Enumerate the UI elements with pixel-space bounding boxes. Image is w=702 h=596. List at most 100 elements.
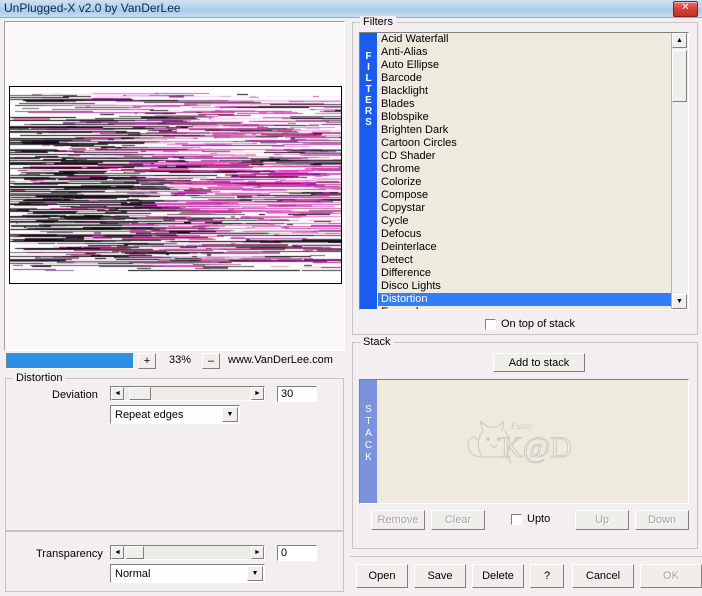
deviation-value-input[interactable]: 30 — [277, 386, 317, 402]
close-icon[interactable]: ✕ — [673, 1, 698, 17]
filter-list-item[interactable]: Cartoon Circles — [378, 137, 671, 150]
cancel-button[interactable]: Cancel — [572, 564, 634, 588]
filter-list-item[interactable]: Blobspike — [378, 111, 671, 124]
filter-list-item[interactable]: CD Shader — [378, 150, 671, 163]
add-to-stack-button[interactable]: Add to stack — [493, 353, 585, 372]
ok-button[interactable]: OK — [640, 564, 702, 588]
strip-letter: L — [365, 73, 372, 84]
strip-letter: A — [365, 428, 372, 439]
-button[interactable]: ? — [530, 564, 564, 588]
move-down-button[interactable]: Down — [635, 510, 689, 530]
progress-bar — [6, 353, 134, 369]
filters-scrollbar[interactable]: ▲ ▼ — [671, 33, 688, 309]
filter-list-item[interactable]: Distortion — [378, 293, 671, 306]
transparency-label: Transparency — [36, 548, 103, 560]
strip-letter: C — [364, 440, 373, 451]
filters-listbox[interactable]: FILTERS Acid Waterfall Anti-Alias Auto Ell… — [359, 32, 689, 310]
strip-letter: R — [364, 106, 373, 117]
delete-button[interactable]: Delete — [472, 564, 524, 588]
stack-group-label: Stack — [360, 336, 394, 348]
strip-letter: S — [365, 117, 372, 128]
preview-image-frame[interactable] — [9, 86, 342, 284]
website-link[interactable]: www.VanDerLee.com — [228, 354, 333, 366]
blend-mode-dropdown[interactable]: Normal ▼ — [110, 564, 265, 583]
clear-button[interactable]: Clear — [431, 510, 485, 530]
filter-list-item[interactable]: Chrome — [378, 163, 671, 176]
stack-action-row: Remove Clear Upto Up Down — [359, 510, 689, 530]
transparency-slider[interactable]: ◄ ► — [110, 545, 265, 560]
filter-list-item[interactable]: Auto Ellipse — [378, 59, 671, 72]
transparency-decrease-arrow-icon[interactable]: ◄ — [111, 546, 124, 559]
edge-mode-value: Repeat edges — [115, 408, 184, 421]
chevron-down-icon[interactable]: ▼ — [247, 566, 263, 581]
filters-side-strip: FILTERS — [360, 33, 377, 309]
scroll-up-icon[interactable]: ▲ — [672, 33, 687, 48]
filter-list-item[interactable]: Defocus — [378, 228, 671, 241]
filter-list-item[interactable]: Expand — [378, 306, 671, 309]
strip-letter: T — [365, 84, 372, 95]
on-top-of-stack-checkbox[interactable] — [485, 318, 496, 330]
strip-letter: T — [365, 416, 372, 427]
watermark-subtext: Fuzzy — [510, 421, 532, 431]
bottom-divider — [350, 556, 702, 557]
open-button[interactable]: Open — [356, 564, 408, 588]
scroll-down-icon[interactable]: ▼ — [672, 294, 687, 309]
filter-list-item[interactable]: Detect — [378, 254, 671, 267]
on-top-of-stack-row[interactable]: On top of stack — [485, 318, 575, 330]
filters-group: Filters FILTERS Acid Waterfall Anti-Alias… — [352, 16, 698, 335]
strip-letter: F — [365, 51, 372, 62]
window-titlebar: UnPlugged-X v2.0 by VanDerLee ✕ — [0, 0, 702, 18]
filter-list-item[interactable]: Disco Lights — [378, 280, 671, 293]
filter-list-item[interactable]: Blades — [378, 98, 671, 111]
watermark-text: K@D — [501, 431, 572, 464]
upto-row[interactable]: Upto — [511, 513, 550, 525]
filter-list-item[interactable]: Brighten Dark — [378, 124, 671, 137]
remove-button[interactable]: Remove — [371, 510, 425, 530]
filter-list-item[interactable]: Anti-Alias — [378, 46, 671, 59]
transparency-value-input[interactable]: 0 — [277, 545, 317, 561]
filters-list[interactable]: Acid Waterfall Anti-Alias Auto Ellipse Barc… — [378, 33, 671, 309]
filter-list-item[interactable]: Colorize — [378, 176, 671, 189]
stack-group: Stack Add to stack STACK Fuzzy K@D Remov… — [352, 336, 698, 549]
strip-letter: I — [367, 62, 370, 73]
kad-watermark-logo: Fuzzy K@D — [360, 380, 688, 503]
transparency-slider-thumb[interactable] — [126, 546, 144, 559]
blend-mode-value: Normal — [115, 567, 151, 580]
deviation-increase-arrow-icon[interactable]: ► — [251, 387, 264, 400]
strip-letter: S — [365, 404, 372, 415]
filter-list-item[interactable]: Copystar — [378, 202, 671, 215]
filter-list-item[interactable]: Compose — [378, 189, 671, 202]
progress-bar-fill — [7, 354, 133, 368]
on-top-of-stack-label: On top of stack — [501, 318, 575, 330]
filter-list-item[interactable]: Deinterlace — [378, 241, 671, 254]
filter-list-item[interactable]: Blacklight — [378, 85, 671, 98]
dialog-button-row: Open Save Delete? Cancel OK — [352, 564, 702, 588]
window-title: UnPlugged-X v2.0 by VanDerLee — [4, 1, 181, 15]
edge-mode-dropdown[interactable]: Repeat edges ▼ — [110, 405, 240, 424]
upto-checkbox[interactable] — [511, 513, 522, 525]
filters-group-label: Filters — [360, 16, 396, 28]
strip-letter: E — [365, 95, 372, 106]
upto-label: Upto — [527, 513, 551, 525]
deviation-decrease-arrow-icon[interactable]: ◄ — [111, 387, 124, 400]
save-button[interactable]: Save — [414, 564, 466, 588]
zoom-in-button[interactable]: + — [138, 353, 156, 369]
deviation-slider[interactable]: ◄ ► — [110, 386, 265, 401]
filter-list-item[interactable]: Difference — [378, 267, 671, 280]
deviation-slider-thumb[interactable] — [129, 387, 151, 400]
preview-image[interactable] — [10, 87, 341, 283]
filter-list-item[interactable]: Barcode — [378, 72, 671, 85]
distortion-group-label: Distortion — [13, 372, 66, 384]
filter-list-item[interactable]: Acid Waterfall — [378, 33, 671, 46]
zoom-out-button[interactable]: – — [202, 353, 220, 369]
strip-letter: K — [365, 452, 372, 463]
deviation-label: Deviation — [52, 389, 98, 401]
transparency-increase-arrow-icon[interactable]: ► — [251, 546, 264, 559]
move-up-button[interactable]: Up — [575, 510, 629, 530]
filters-scrollbar-thumb[interactable] — [672, 50, 687, 102]
stack-side-strip: STACK — [360, 380, 377, 503]
stack-listbox[interactable]: STACK Fuzzy K@D — [359, 379, 689, 504]
filter-list-item[interactable]: Cycle — [378, 215, 671, 228]
zoom-level-label: 33% — [168, 354, 192, 366]
chevron-down-icon[interactable]: ▼ — [222, 407, 238, 422]
